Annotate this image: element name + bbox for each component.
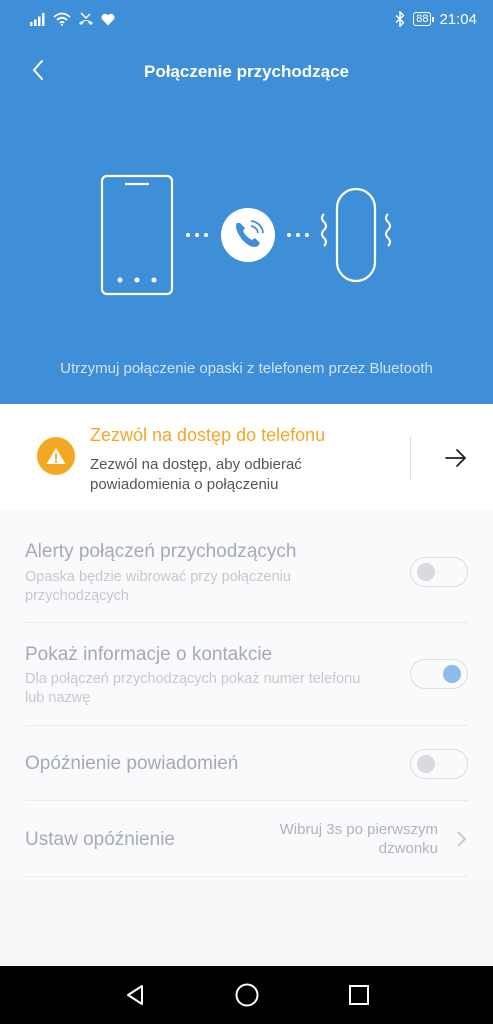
row-description: Opaska będzie wibrować przy połączeniu p… [25, 569, 291, 604]
row-description: Dla połączeń przychodzących pokaż numer … [25, 671, 361, 706]
wifi-icon [53, 12, 71, 26]
row-value: Wibruj 3s po pierwszym dzwonku [279, 821, 438, 857]
page-title: Połączenie przychodzące [143, 62, 350, 81]
toggle-knob [443, 665, 461, 683]
heart-icon [101, 13, 115, 25]
hero-header: Połączenie przychodzące Utrzymuj połącze… [0, 38, 493, 404]
notification-delay-toggle[interactable] [410, 749, 468, 779]
hero-caption: Utrzymuj połączenie opaski z telefonem p… [60, 360, 433, 377]
settings-row-contact-info: Pokaż informacje o kontakcie Dla połącze… [25, 623, 468, 726]
toggle-knob [417, 755, 435, 773]
row-title: Opóźnienie powiadomień [25, 753, 239, 774]
triangle-back-icon [126, 985, 143, 1005]
square-recents-icon [348, 985, 369, 1005]
row-title: Alerty połączeń przychodzących [25, 541, 297, 562]
row-title: Pokaż informacje o kontakcie [25, 644, 273, 665]
chevron-right-icon [457, 831, 467, 847]
clock: 21:04 [439, 10, 477, 28]
warning-icon [37, 437, 75, 475]
bluetooth-icon [395, 11, 405, 27]
permission-title: Zezwól na dostęp do telefonu [90, 425, 326, 445]
row-title: Ustaw opóźnienie [25, 829, 175, 850]
settings-row-incoming-call-alerts: Alerty połączeń przychodzących Opaska bę… [25, 510, 468, 623]
incoming-call-alerts-toggle[interactable] [410, 557, 468, 587]
band-icon [335, 187, 377, 283]
settings-row-set-delay[interactable]: Ustaw opóźnienie Wibruj 3s po pierwszym … [25, 801, 468, 877]
vibration-icon [321, 213, 391, 247]
phone-band-illustration [100, 174, 391, 296]
navigation-bar [0, 966, 493, 1024]
nav-back-button[interactable] [119, 979, 151, 1011]
arrow-right-icon [445, 449, 467, 467]
permission-description: Zezwól na dostęp, aby odbierać powiadomi… [90, 456, 302, 493]
battery-indicator: 88 [413, 12, 435, 26]
nav-recents-button[interactable] [343, 979, 375, 1011]
signal-icon [30, 12, 45, 26]
nav-home-button[interactable] [231, 979, 263, 1011]
missed-call-icon [79, 12, 93, 25]
settings-list: Alerty połączeń przychodzących Opaska bę… [0, 510, 493, 880]
phone-icon [100, 174, 174, 296]
toggle-knob [417, 563, 435, 581]
settings-row-notification-delay: Opóźnienie powiadomień [25, 726, 468, 801]
divider [410, 437, 411, 479]
circle-home-icon [235, 983, 258, 1007]
contact-info-toggle[interactable] [410, 659, 468, 689]
grant-permission-button[interactable] [438, 440, 474, 476]
status-bar: 88 21:04 [0, 0, 493, 38]
call-icon [221, 208, 275, 262]
